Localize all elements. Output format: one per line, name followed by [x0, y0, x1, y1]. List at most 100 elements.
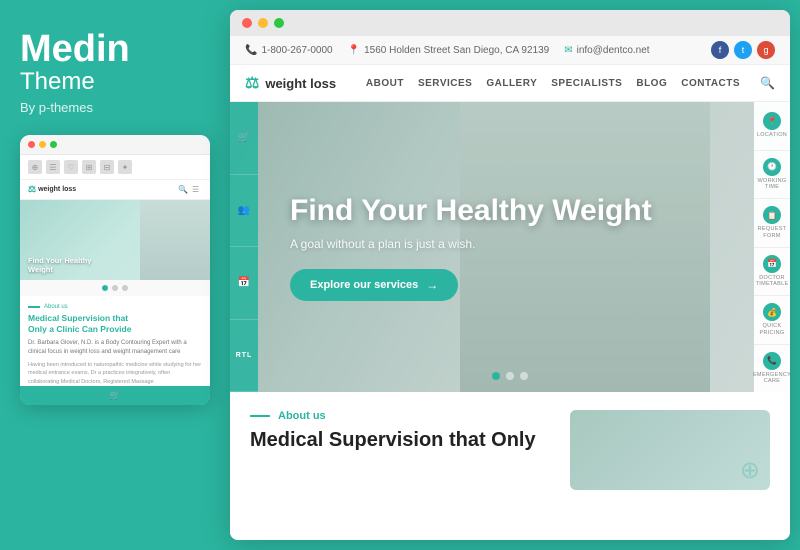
nav-contacts[interactable]: CONTACTS [681, 78, 740, 89]
mini-toolbar-icon-6: ✦ [118, 160, 132, 174]
left-sidebar-cart[interactable]: 🛒 [230, 102, 258, 175]
mini-mockup: ⊕ ☰ ♡ ⊞ ⊟ ✦ ⚖ weight loss 🔍 ☰ Find Your … [20, 135, 210, 405]
mini-hero: Find Your Healthy Weight [20, 200, 210, 280]
sidebar-pricing[interactable]: 💰 QUICK PRICING [754, 296, 790, 345]
mini-nav: ⚖ weight loss 🔍 ☰ [20, 180, 210, 200]
decoration-icon: ⊕ [740, 456, 760, 485]
location-label: LOCATION [757, 132, 787, 139]
mini-menu-icon: ☰ [192, 185, 202, 195]
mini-about-para: Having been introduced to naturopathic m… [28, 361, 202, 386]
right-sidebar: 📍 LOCATION 🕐 WORKING TIME 📋 REQUEST FORM… [754, 102, 790, 392]
mini-dot-2 [112, 285, 118, 291]
browser-dot-yellow [258, 18, 268, 28]
hero-slider-dots [492, 372, 528, 380]
explore-services-button[interactable]: Explore our services → [290, 269, 458, 301]
site-navbar: ⚖ weight loss ABOUT SERVICES GALLERY SPE… [230, 65, 790, 102]
mini-dot-yellow [39, 141, 46, 148]
social-icons: f t g [711, 41, 775, 59]
infobar-address: 📍 1560 Holden Street San Diego, CA 92139 [348, 45, 550, 56]
mini-about-line [28, 306, 40, 308]
browser-dot-green [274, 18, 284, 28]
brand-by: By p-themes [20, 100, 210, 115]
search-icon[interactable]: 🔍 [760, 76, 775, 90]
browser-window: 📞 1-800-267-0000 📍 1560 Holden Street Sa… [230, 10, 790, 540]
left-sidebar-rtl[interactable]: RTL [230, 320, 258, 393]
site-about-section: About us Medical Supervision that Only ⊕ [230, 392, 790, 505]
mini-about-label: About us [28, 304, 202, 310]
rtl-label: RTL [236, 352, 253, 359]
infobar-phone: 📞 1-800-267-0000 [245, 45, 333, 56]
nav-about[interactable]: ABOUT [366, 78, 404, 89]
sidebar-working-time[interactable]: 🕐 WORKING TIME [754, 151, 790, 200]
site-hero: 🛒 👥 📅 RTL Find Your Healthy Weight A goa… [230, 102, 790, 392]
mini-toolbar-icon-5: ⊟ [100, 160, 114, 174]
nav-gallery[interactable]: GALLERY [486, 78, 537, 89]
mini-about: About us Medical Supervision that Only a… [20, 296, 210, 386]
working-time-label: WORKING TIME [756, 178, 788, 191]
mini-logo: ⚖ weight loss [28, 184, 173, 195]
mini-search-icon: 🔍 [178, 185, 188, 195]
mini-dot-red [28, 141, 35, 148]
hero-subtitle: A goal without a plan is just a wish. [290, 237, 750, 251]
mini-nav-icons: 🔍 ☰ [178, 185, 202, 195]
facebook-icon[interactable]: f [711, 41, 729, 59]
about-title: Medical Supervision that Only [250, 428, 550, 452]
mini-hero-text: Find Your Healthy Weight [28, 256, 118, 274]
mini-cart-icon: 🛒 [109, 390, 120, 401]
nav-services[interactable]: SERVICES [418, 78, 472, 89]
site-nav-links: ABOUT SERVICES GALLERY SPECIALISTS BLOG … [366, 78, 740, 89]
site-infobar: 📞 1-800-267-0000 📍 1560 Holden Street Sa… [230, 36, 790, 65]
mini-dot-1 [102, 285, 108, 291]
emergency-label: EMERGENCY CARE [753, 372, 790, 385]
sidebar-emergency[interactable]: 📞 EMERGENCY CARE [754, 345, 790, 393]
infobar-email: ✉ info@dentco.net [564, 45, 649, 56]
mini-toolbar-icon-3: ♡ [64, 160, 78, 174]
mini-toolbar-icon-4: ⊞ [82, 160, 96, 174]
location-sidebar-icon: 📍 [763, 112, 781, 130]
about-image: ⊕ [570, 410, 770, 490]
form-sidebar-icon: 📋 [763, 206, 781, 224]
left-sidebar-calendar[interactable]: 📅 [230, 247, 258, 320]
location-icon: 📍 [348, 45, 360, 56]
browser-topbar [230, 10, 790, 36]
mini-hero-image [140, 200, 210, 280]
nav-specialists[interactable]: SPECIALISTS [551, 78, 622, 89]
sidebar-timetable[interactable]: 📅 DOCTOR TIMETABLE [754, 248, 790, 297]
hero-dot-2[interactable] [506, 372, 514, 380]
logo-text: weight loss [265, 76, 336, 91]
phone-icon: 📞 [245, 45, 257, 56]
clock-sidebar-icon: 🕐 [763, 158, 781, 176]
about-label: About us [278, 410, 326, 422]
mini-toolbar: ⊕ ☰ ♡ ⊞ ⊟ ✦ [20, 155, 210, 180]
hero-dot-3[interactable] [520, 372, 528, 380]
hero-left-sidebar: 🛒 👥 📅 RTL [230, 102, 258, 392]
timetable-label: DOCTOR TIMETABLE [756, 275, 789, 288]
mini-dot-green [50, 141, 57, 148]
timetable-sidebar-icon: 📅 [763, 255, 781, 273]
nav-blog[interactable]: BLOG [636, 78, 667, 89]
hero-dot-1[interactable] [492, 372, 500, 380]
left-panel: Medin Theme By p-themes ⊕ ☰ ♡ ⊞ ⊟ ✦ ⚖ we… [0, 0, 230, 550]
brand-title: Medin [20, 30, 210, 68]
sidebar-request-form[interactable]: 📋 REQUEST FORM [754, 199, 790, 248]
browser-content: 📞 1-800-267-0000 📍 1560 Holden Street Sa… [230, 36, 790, 540]
twitter-icon[interactable]: t [734, 41, 752, 59]
browser-dot-red [242, 18, 252, 28]
about-left: About us Medical Supervision that Only [250, 410, 550, 490]
left-sidebar-people[interactable]: 👥 [230, 175, 258, 248]
about-right-image: ⊕ [570, 410, 770, 490]
about-line [250, 415, 270, 417]
sidebar-location[interactable]: 📍 LOCATION [754, 102, 790, 151]
mini-toolbar-icon-1: ⊕ [28, 160, 42, 174]
site-logo[interactable]: ⚖ weight loss [245, 73, 336, 93]
pricing-label: QUICK PRICING [756, 323, 788, 336]
emergency-sidebar-icon: 📞 [763, 352, 781, 370]
pricing-sidebar-icon: 💰 [763, 303, 781, 321]
mini-topbar [20, 135, 210, 155]
mini-cart-bar: 🛒 [20, 386, 210, 405]
mini-about-title-link: Clinic Can Provide [56, 324, 131, 334]
googleplus-icon[interactable]: g [757, 41, 775, 59]
logo-icon: ⚖ [245, 73, 259, 93]
hero-title: Find Your Healthy Weight [290, 193, 750, 229]
request-form-label: REQUEST FORM [756, 226, 788, 239]
